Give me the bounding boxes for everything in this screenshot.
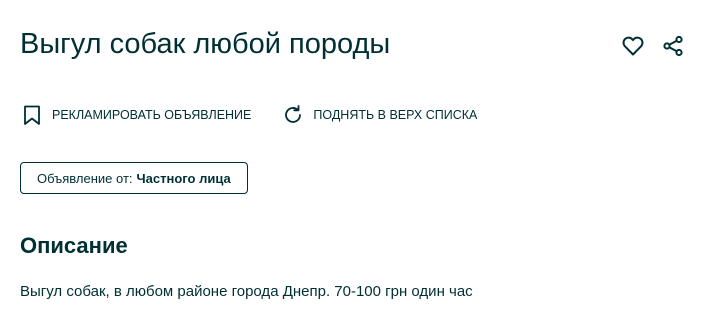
share-icon[interactable]: [661, 34, 685, 58]
description-heading: Описание: [20, 233, 128, 258]
promote-ad-button[interactable]: РЕКЛАМИРОВАТЬ ОБЪЯВЛЕНИЕ: [20, 103, 251, 127]
promote-ad-label: РЕКЛАМИРОВАТЬ ОБЪЯВЛЕНИЕ: [52, 108, 252, 122]
seller-type-value: Частного лица: [136, 170, 231, 186]
seller-type-prefix: Объявление от:: [37, 170, 133, 186]
description-text: Выгул собак, в любом районе города Днепр…: [20, 283, 473, 300]
bump-to-top-button[interactable]: ПОДНЯТЬ В ВЕРХ СПИСКА: [281, 103, 477, 127]
heart-icon[interactable]: [621, 34, 645, 58]
header-actions: [621, 34, 685, 58]
bookmark-icon: [20, 103, 44, 127]
refresh-icon: [281, 103, 305, 127]
listing-actions: РЕКЛАМИРОВАТЬ ОБЪЯВЛЕНИЕ ПОДНЯТЬ В ВЕРХ …: [20, 103, 507, 127]
listing-title: Выгул собак любой породы: [20, 28, 391, 60]
seller-type-badge: Объявление от: Частного лица: [20, 162, 248, 194]
bump-to-top-label: ПОДНЯТЬ В ВЕРХ СПИСКА: [313, 108, 478, 122]
listing-header: Выгул собак любой породы: [20, 24, 693, 64]
